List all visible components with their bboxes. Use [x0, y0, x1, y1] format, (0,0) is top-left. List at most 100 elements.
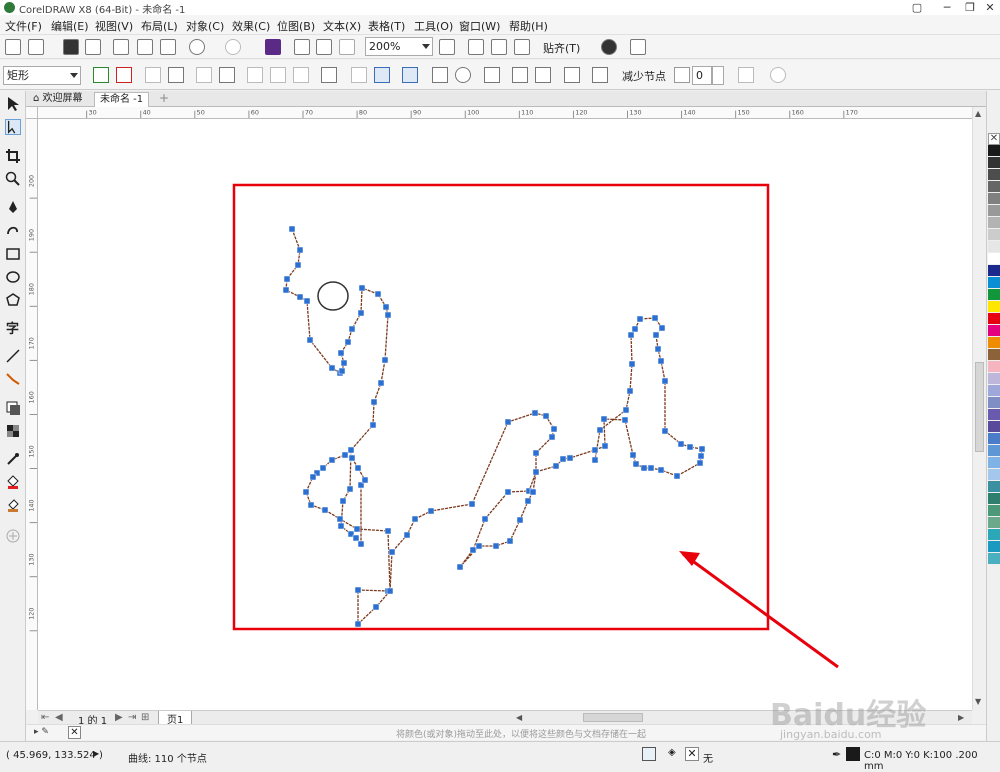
path-node[interactable]: [627, 331, 635, 339]
path-node[interactable]: [296, 293, 304, 301]
palette-options-icon[interactable]: ▸ ✎: [34, 727, 49, 737]
path-node[interactable]: [673, 472, 681, 480]
smoothness-value-field[interactable]: 0: [692, 66, 712, 85]
align-nodes-icon[interactable]: [484, 67, 500, 83]
path-node[interactable]: [352, 534, 360, 542]
color-swatch[interactable]: [988, 373, 1000, 385]
path-node[interactable]: [306, 336, 314, 344]
path-node[interactable]: [288, 225, 296, 233]
path-node[interactable]: [296, 246, 304, 254]
ruler-origin[interactable]: [26, 107, 38, 119]
path-node[interactable]: [377, 379, 385, 387]
path-node[interactable]: [353, 525, 361, 533]
save-icon[interactable]: [63, 39, 79, 55]
path-node[interactable]: [347, 446, 355, 454]
scroll-right-icon[interactable]: ▶: [958, 713, 968, 722]
path-node[interactable]: [677, 440, 685, 448]
color-swatch[interactable]: [988, 493, 1000, 505]
path-node[interactable]: [341, 451, 349, 459]
color-swatch[interactable]: [988, 265, 1000, 277]
ellipse-shape[interactable]: [317, 281, 349, 311]
path-node[interactable]: [652, 331, 660, 339]
text-tool-icon[interactable]: 字: [5, 320, 21, 336]
path-node[interactable]: [336, 515, 344, 523]
color-swatch[interactable]: [988, 301, 1000, 313]
path-node[interactable]: [542, 412, 550, 420]
menu-view[interactable]: 视图(V): [95, 18, 133, 34]
path-node[interactable]: [321, 506, 329, 514]
reduce-nodes-button[interactable]: 减少节点: [622, 68, 666, 84]
path-node[interactable]: [328, 364, 336, 372]
path-node[interactable]: [516, 516, 524, 524]
color-swatch[interactable]: [988, 193, 1000, 205]
path-node[interactable]: [372, 603, 380, 611]
smooth-node-icon[interactable]: [270, 67, 286, 83]
redo-icon[interactable]: [225, 39, 241, 55]
path-node[interactable]: [382, 303, 390, 311]
show-rulers-icon[interactable]: [468, 39, 484, 55]
delete-node-icon[interactable]: [116, 67, 132, 83]
zoom-level-select[interactable]: 200%: [365, 37, 433, 56]
path-node[interactable]: [386, 587, 394, 595]
scroll-left-icon[interactable]: ◀: [516, 713, 526, 722]
path-node[interactable]: [374, 290, 382, 298]
new-tab-plus-icon[interactable]: +: [159, 91, 169, 105]
copy-icon[interactable]: [137, 39, 153, 55]
path-node[interactable]: [504, 488, 512, 496]
path-node[interactable]: [354, 464, 362, 472]
add-node-icon[interactable]: [93, 67, 109, 83]
color-swatch[interactable]: [988, 157, 1000, 169]
polygon-tool-icon[interactable]: [5, 292, 21, 308]
extend-curve-icon[interactable]: [351, 67, 367, 83]
vertical-scrollbar[interactable]: ▲ ▼: [972, 107, 986, 710]
color-swatch[interactable]: [988, 277, 1000, 289]
export-icon[interactable]: [316, 39, 332, 55]
close-curve-icon[interactable]: [402, 67, 418, 83]
path-node[interactable]: [591, 456, 599, 464]
restore-pane-icon[interactable]: ▢: [905, 0, 929, 15]
show-grid-icon[interactable]: [491, 39, 507, 55]
color-swatch[interactable]: [988, 253, 1000, 265]
mirror-horizontal-icon[interactable]: [512, 67, 528, 83]
menu-bitmap[interactable]: 位图(B): [277, 18, 315, 34]
break-curve-icon[interactable]: [168, 67, 184, 83]
menu-edit[interactable]: 编辑(E): [51, 18, 89, 34]
color-swatch[interactable]: [988, 289, 1000, 301]
pick-tool-icon[interactable]: [5, 96, 21, 112]
horse-outline-curve[interactable]: [285, 228, 703, 626]
path-node[interactable]: [661, 377, 669, 385]
application-launcher-icon[interactable]: [630, 39, 646, 55]
last-page-icon[interactable]: ⇥: [128, 712, 136, 723]
path-node[interactable]: [492, 542, 500, 550]
path-node[interactable]: [629, 451, 637, 459]
path-node[interactable]: [654, 345, 662, 353]
path-node[interactable]: [354, 586, 362, 594]
interactive-fill-icon[interactable]: [5, 474, 21, 490]
path-node[interactable]: [357, 540, 365, 548]
path-node[interactable]: [631, 325, 639, 333]
stretch-nodes-icon[interactable]: [432, 67, 448, 83]
close-button[interactable]: ✕: [978, 0, 1000, 15]
path-node[interactable]: [548, 433, 556, 441]
color-swatch[interactable]: [988, 169, 1000, 181]
path-node[interactable]: [328, 456, 336, 464]
path-node[interactable]: [531, 409, 539, 417]
path-node[interactable]: [632, 460, 640, 468]
shape-tool-icon[interactable]: [5, 119, 21, 135]
color-swatch[interactable]: [988, 505, 1000, 517]
full-screen-icon[interactable]: [439, 39, 455, 55]
path-node[interactable]: [427, 507, 435, 515]
outline-pen-icon[interactable]: ✒: [832, 748, 841, 761]
parallel-dimension-icon[interactable]: [5, 348, 21, 364]
menu-file[interactable]: 文件(F): [5, 18, 42, 34]
no-color-icon[interactable]: ✕: [68, 726, 81, 739]
scroll-up-icon[interactable]: ▲: [975, 109, 981, 118]
elastic-mode-icon[interactable]: [564, 67, 580, 83]
path-node[interactable]: [319, 464, 327, 472]
path-node[interactable]: [626, 387, 634, 395]
open-folder-icon[interactable]: [28, 39, 44, 55]
add-toolbar-icon[interactable]: [770, 67, 786, 83]
print-icon[interactable]: [85, 39, 101, 55]
path-node[interactable]: [640, 464, 648, 472]
path-node[interactable]: [403, 531, 411, 539]
